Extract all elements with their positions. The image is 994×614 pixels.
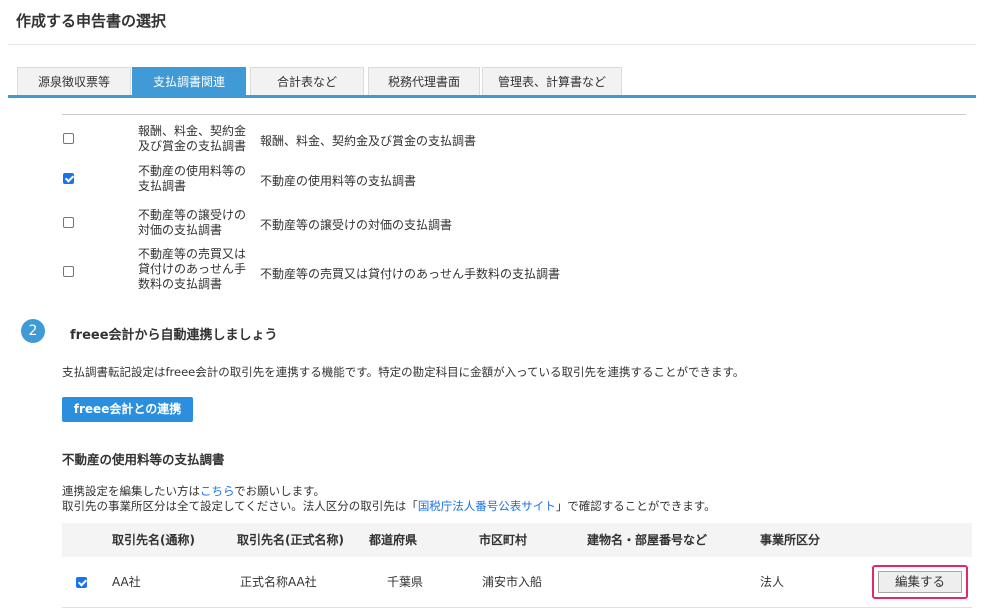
- form-list-divider: [62, 114, 966, 115]
- edit-button[interactable]: 編集する: [878, 571, 962, 593]
- cell-official-name: 正式名称AA社: [240, 575, 317, 589]
- form-checkbox[interactable]: [63, 133, 74, 144]
- section-heading: freee会計から自動連携しましょう: [70, 328, 278, 343]
- header-prefecture: 都道府県: [369, 533, 418, 547]
- form-short-name: 報酬、料金、契約金 及び賞金の支払調書: [138, 124, 247, 153]
- tab-underline: [8, 95, 976, 98]
- form-checkbox[interactable]: [63, 266, 74, 277]
- step-number-badge: 2: [21, 319, 45, 343]
- table-row: AA社 正式名称AA社 千葉県 浦安市入船 法人 編集する: [62, 557, 972, 607]
- edit-button-highlight: 編集する: [872, 565, 968, 599]
- header-official-name: 取引先名(正式名称): [237, 533, 344, 547]
- note-text: 連携設定を編集したい方は: [62, 484, 200, 498]
- form-full-name: 不動産等の譲受けの対価の支払調書: [260, 218, 453, 232]
- nta-corporate-number-link[interactable]: 国税庁法人番号公表サイト: [418, 499, 556, 513]
- tab-bar: 源泉徴収票等 支払調書関連 合計表など 税務代理書面 管理表、計算書など: [8, 67, 976, 98]
- header-office-category: 事業所区分: [760, 533, 821, 547]
- note-text: 」で確認することができます。: [555, 499, 716, 513]
- form-row-brokerage-fee: 不動産等の売買又は 貸付けのあっせん手 数料の支払調書 不動産等の売買又は貸付け…: [62, 246, 966, 296]
- form-row-real-estate-transfer: 不動産等の譲受けの 対価の支払調書 不動産等の譲受けの対価の支払調書: [62, 206, 966, 240]
- tab-tax-agent-documents[interactable]: 税務代理書面: [368, 67, 480, 95]
- note-text: 取引先の事業所区分は全て設定してください。法人区分の取引先は「: [62, 499, 418, 513]
- cell-partner-name: AA社: [112, 575, 141, 589]
- note-text: でお願いします。: [234, 484, 326, 498]
- form-checkbox[interactable]: [63, 173, 74, 184]
- header-partner-name: 取引先名(通称): [112, 533, 195, 547]
- form-row-real-estate-usage: 不動産の使用料等の 支払調書 不動産の使用料等の支払調書: [62, 162, 966, 196]
- title-divider: [8, 44, 976, 45]
- form-checkbox[interactable]: [63, 217, 74, 228]
- freee-link-button[interactable]: freee会計との連携: [62, 397, 193, 422]
- cell-city: 浦安市入船: [482, 575, 543, 589]
- form-full-name: 報酬、料金、契約金及び賞金の支払調書: [260, 134, 477, 148]
- cell-office-category: 法人: [760, 575, 785, 589]
- edit-settings-note: 連携設定を編集したい方はこちらでお願いします。: [62, 483, 325, 499]
- business-category-note: 取引先の事業所区分は全て設定してください。法人区分の取引先は「国税庁法人番号公表…: [62, 498, 716, 514]
- form-short-name: 不動産等の譲受けの 対価の支払調書: [138, 208, 247, 237]
- form-full-name: 不動産等の売買又は貸付けのあっせん手数料の支払調書: [260, 267, 561, 281]
- tab-withholding-slips[interactable]: 源泉徴収票等: [17, 67, 131, 95]
- header-city: 市区町村: [479, 533, 528, 547]
- page-title: 作成する申告書の選択: [16, 12, 167, 30]
- tab-payment-records[interactable]: 支払調書関連: [132, 67, 246, 95]
- tab-management-tables[interactable]: 管理表、計算書など: [482, 67, 622, 95]
- form-full-name: 不動産の使用料等の支払調書: [260, 174, 417, 188]
- row-checkbox[interactable]: [76, 577, 87, 588]
- cell-prefecture: 千葉県: [387, 575, 424, 589]
- table-header: 取引先名(通称) 取引先名(正式名称) 都道府県 市区町村 建物名・部屋番号など…: [62, 523, 972, 557]
- form-short-name: 不動産の使用料等の 支払調書: [138, 164, 247, 193]
- form-short-name: 不動産等の売買又は 貸付けのあっせん手 数料の支払調書: [138, 247, 247, 291]
- header-building: 建物名・部屋番号など: [587, 533, 708, 547]
- section-description: 支払調書転記設定はfreee会計の取引先を連携する機能です。特定の勘定科目に金額…: [62, 365, 745, 379]
- form-row-remuneration: 報酬、料金、契約金 及び賞金の支払調書 報酬、料金、契約金及び賞金の支払調書: [62, 122, 966, 156]
- row-divider: [62, 607, 972, 608]
- here-link[interactable]: こちら: [200, 484, 234, 498]
- tab-totals[interactable]: 合計表など: [250, 67, 364, 95]
- subsection-heading: 不動産の使用料等の支払調書: [62, 452, 225, 467]
